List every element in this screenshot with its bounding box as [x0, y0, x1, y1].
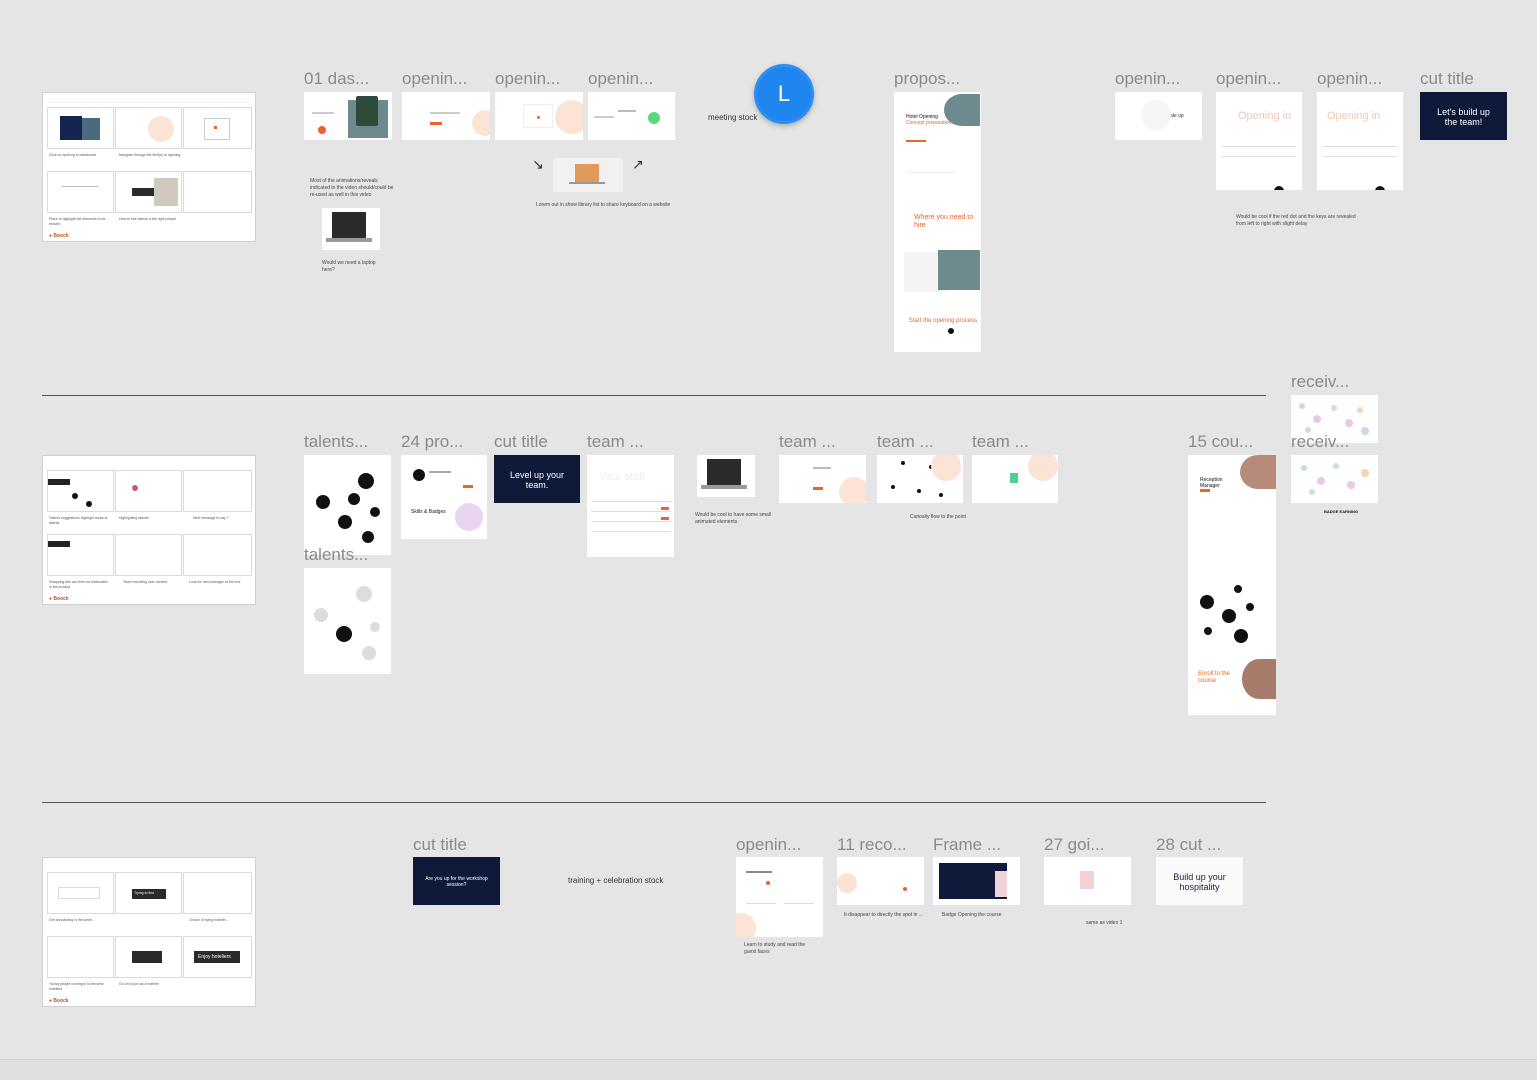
- skills-title: Skills & Badges: [411, 509, 446, 515]
- frame-label[interactable]: 01 das...: [304, 69, 396, 89]
- frame-label[interactable]: openin...: [1317, 69, 1403, 89]
- frame-label[interactable]: 28 cut ...: [1156, 835, 1244, 855]
- talents-frame[interactable]: [304, 455, 391, 555]
- proposal-frame[interactable]: Hotel Opening Concept preparation Where …: [894, 92, 981, 352]
- note-text: Would be cool to have some small animate…: [695, 512, 772, 525]
- cut-title-text: Build up your hospitality: [1173, 872, 1226, 892]
- receiving-frame[interactable]: [1291, 455, 1378, 503]
- course-frame[interactable]: Reception Manager Enroll to the course: [1188, 455, 1276, 715]
- arrow-icon: ↘: [532, 156, 544, 172]
- storyboard-board-3[interactable]: Trying to find Get onboarding in the low…: [42, 857, 256, 1007]
- frame-label[interactable]: talents...: [304, 432, 390, 452]
- frame-label[interactable]: openin...: [402, 69, 490, 89]
- frame-label[interactable]: cut title: [1420, 69, 1510, 89]
- frame-label[interactable]: openin...: [588, 69, 676, 89]
- note-text: Badge Opening the course: [942, 912, 1002, 918]
- frame-label[interactable]: 27 goi...: [1044, 835, 1132, 855]
- frame-label[interactable]: propos...: [894, 69, 980, 89]
- enjoy-text: Enjoy hoteliers: [198, 954, 231, 960]
- frame-label[interactable]: Frame ...: [933, 835, 1019, 855]
- cut-title-text: Are you up for the workshop session?: [425, 876, 488, 888]
- cut-title-frame[interactable]: Build up your hospitality: [1156, 857, 1243, 905]
- frame-label[interactable]: openin...: [495, 69, 583, 89]
- training-stock-note[interactable]: training + celebration stock: [568, 876, 663, 885]
- recognition-frame[interactable]: [837, 857, 924, 905]
- frame-label[interactable]: receiv...: [1291, 372, 1361, 392]
- enroll-title: Enroll to the course: [1198, 671, 1231, 684]
- cut-title-text: Let's build up the team!: [1437, 107, 1490, 127]
- talents-frame[interactable]: [304, 568, 391, 674]
- note-text: Learn to study and read the guest faces: [744, 942, 806, 955]
- laptop-stock-image[interactable]: [697, 455, 755, 497]
- laptop-stock-image[interactable]: [322, 208, 380, 250]
- team-frame[interactable]: Your staff: [587, 455, 674, 557]
- frame-label[interactable]: team ...: [779, 432, 865, 452]
- opening-frame[interactable]: [736, 857, 823, 937]
- frame-label[interactable]: team ...: [587, 432, 673, 452]
- opening-frame[interactable]: [402, 92, 490, 140]
- team-frame[interactable]: [972, 455, 1058, 503]
- note-text: same as video 1: [1086, 920, 1123, 926]
- note-text: Would be cool if the red dot and the key…: [1236, 214, 1356, 227]
- frame-label[interactable]: team ...: [972, 432, 1058, 452]
- section-divider: [42, 395, 1266, 396]
- start-opening-title: Start the opening process: [908, 318, 978, 324]
- frame-label[interactable]: cut title: [494, 432, 580, 452]
- opening-frame[interactable]: Opening in: [1317, 92, 1403, 190]
- concept-prep-title: Concept preparation: [906, 120, 952, 126]
- opening-frame[interactable]: It's time to scale up: [1115, 92, 1202, 140]
- bottom-bar: [0, 1059, 1537, 1080]
- user-avatar[interactable]: L: [754, 64, 814, 124]
- note-text: Lorem out in show library list to share …: [536, 202, 671, 208]
- frame-label[interactable]: 24 pro...: [401, 432, 487, 452]
- opening-frame[interactable]: [588, 92, 675, 140]
- cut-title-frame[interactable]: Level up your team.: [494, 455, 580, 503]
- frame-label[interactable]: openin...: [1115, 69, 1203, 89]
- opening-frame[interactable]: [495, 92, 583, 140]
- trying-to-text: Trying to find: [134, 891, 155, 895]
- dashboard-frame[interactable]: [304, 92, 392, 140]
- arrow-icon: ↗: [632, 156, 644, 172]
- note-text: Curiosity flow to the point: [910, 514, 966, 520]
- cut-title-text: Level up your team.: [509, 470, 565, 490]
- storyboard-board-1[interactable]: Click on opening in dashboard Navigate t…: [42, 92, 256, 242]
- frame-label[interactable]: 11 reco...: [837, 835, 925, 855]
- reception-manager-title: Reception Manager: [1200, 477, 1223, 489]
- where-need-title: Where you need to hire: [914, 214, 974, 229]
- animations-note[interactable]: Most of the animations/reveals indicated…: [310, 178, 396, 199]
- opening-frame[interactable]: Opening in: [1216, 92, 1302, 190]
- note-text: Would we need a laptop here?: [322, 260, 376, 273]
- section-divider: [42, 802, 1266, 803]
- team-frame[interactable]: [779, 455, 866, 503]
- frame-label[interactable]: openin...: [1216, 69, 1302, 89]
- profile-frame[interactable]: Skills & Badges: [401, 455, 487, 539]
- storyboard-board-2[interactable]: Talents suggestions highlight areas of t…: [42, 455, 256, 605]
- frame-label[interactable]: 15 cou...: [1188, 432, 1276, 452]
- your-staff-text: Your staff: [599, 471, 645, 483]
- note-text: It disappear to directly the spot in ...: [844, 912, 923, 918]
- frame-label[interactable]: openin...: [736, 835, 824, 855]
- frame-label[interactable]: team ...: [877, 432, 963, 452]
- cut-title-frame[interactable]: Are you up for the workshop session?: [413, 857, 500, 905]
- opening-in-text: Opening in: [1238, 110, 1292, 122]
- going-frame[interactable]: [1044, 857, 1131, 905]
- team-frame[interactable]: [877, 455, 963, 503]
- frame-label[interactable]: cut title: [413, 835, 503, 855]
- frame-label[interactable]: receiv...: [1291, 432, 1361, 452]
- frame-thumbnail[interactable]: [933, 857, 1020, 905]
- opening-in-text: Opening in: [1327, 110, 1381, 122]
- laptop-stock-image[interactable]: [553, 158, 623, 192]
- cut-title-frame[interactable]: Let's build up the team!: [1420, 92, 1507, 140]
- meeting-stock-note[interactable]: meeting stock: [708, 113, 757, 122]
- badge-earning-text: BADGE EARNING: [1324, 509, 1359, 514]
- frame-label[interactable]: talents...: [304, 545, 390, 565]
